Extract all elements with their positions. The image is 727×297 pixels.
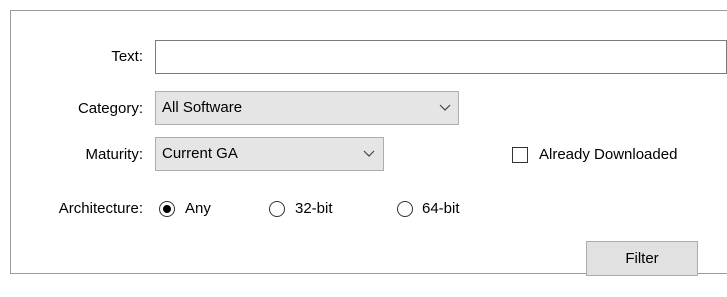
already-downloaded-label[interactable]: Already Downloaded xyxy=(539,146,677,164)
maturity-label: Maturity: xyxy=(85,146,143,163)
architecture-64bit-radio[interactable] xyxy=(397,201,413,217)
already-downloaded-checkbox[interactable] xyxy=(512,147,528,163)
architecture-64bit-label[interactable]: 64-bit xyxy=(422,200,460,218)
maturity-dropdown[interactable]: Current GA xyxy=(155,137,384,171)
chevron-down-icon xyxy=(362,138,376,170)
text-input[interactable] xyxy=(155,40,727,74)
architecture-label: Architecture: xyxy=(58,200,143,217)
maturity-selected-value: Current GA xyxy=(162,145,238,162)
category-selected-value: All Software xyxy=(162,99,243,116)
radio-selected-dot xyxy=(163,205,171,213)
architecture-32bit-label[interactable]: 32-bit xyxy=(295,200,333,218)
category-dropdown[interactable]: All Software xyxy=(155,91,459,125)
architecture-any-label[interactable]: Any xyxy=(185,200,211,218)
filter-button[interactable]: Filter xyxy=(586,241,698,276)
architecture-32bit-radio[interactable] xyxy=(269,201,285,217)
category-label: Category: xyxy=(77,100,143,117)
architecture-any-radio[interactable] xyxy=(159,201,175,217)
chevron-down-icon xyxy=(438,92,452,124)
text-label: Text: xyxy=(111,48,143,65)
